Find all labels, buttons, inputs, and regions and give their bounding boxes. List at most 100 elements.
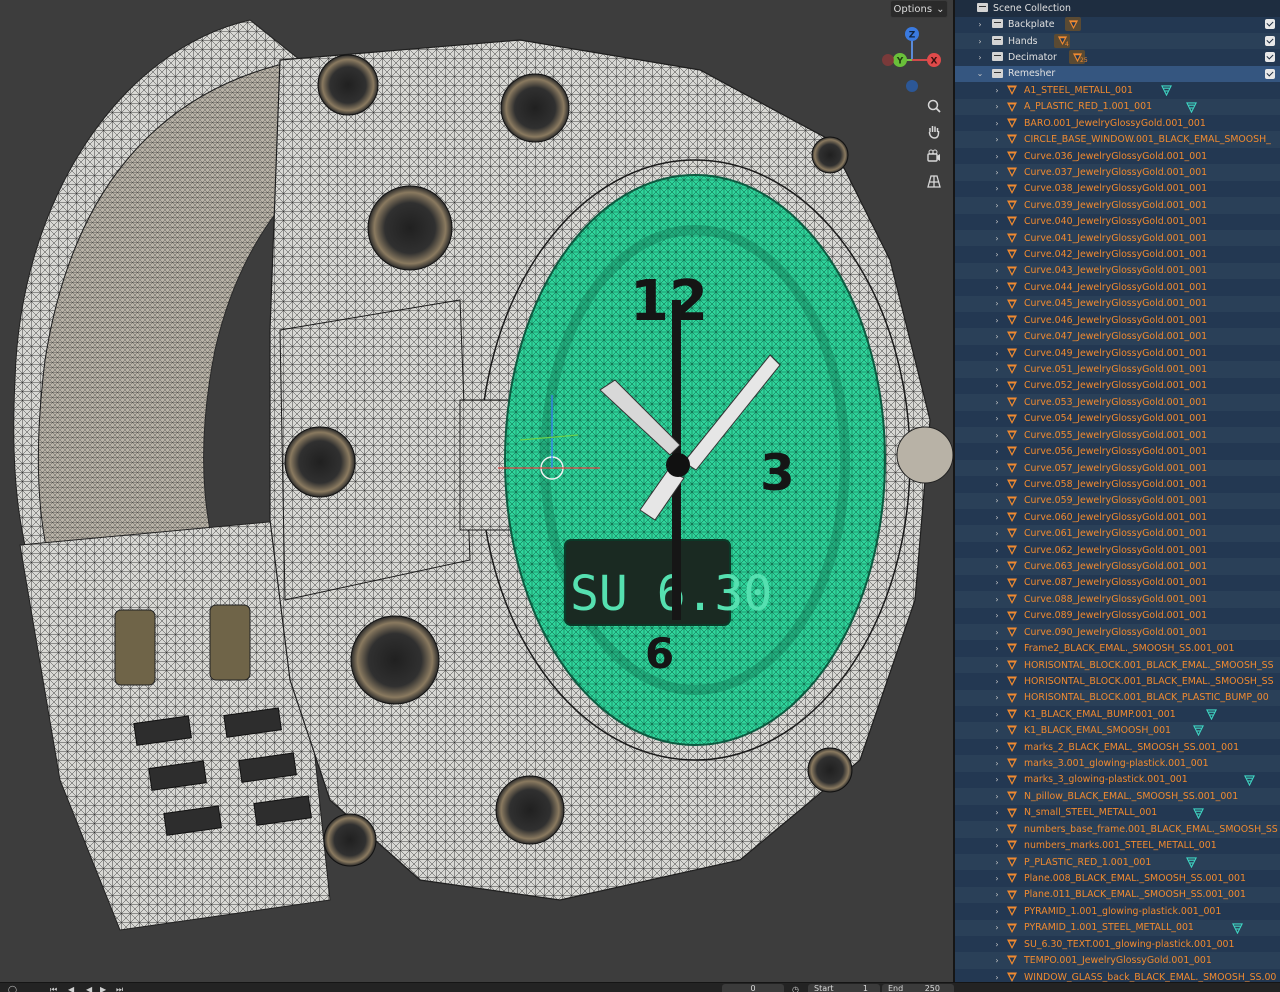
outliner-object-row[interactable]: › numbers_base_frame.001_BLACK_EMAL._SMOO… [955, 821, 1280, 838]
outliner-object-row[interactable]: › WINDOW_GLASS_back_BLACK_EMAL._SMOOSH_SS… [955, 969, 1280, 982]
collection-visible-checkbox[interactable] [1265, 52, 1275, 63]
expand-arrow-icon[interactable]: › [992, 431, 1002, 440]
outliner-collection-row[interactable]: ⌄ Remesher [955, 65, 1280, 83]
outliner-object-row[interactable]: › marks_3.001_glowing-plastick.001_001 [955, 755, 1280, 772]
outliner-object-row[interactable]: › Curve.046_JewelryGlossyGold.001_001 [955, 312, 1280, 329]
expand-arrow-icon[interactable]: › [992, 266, 1002, 275]
pan-hand-icon[interactable] [922, 119, 946, 143]
expand-arrow-icon[interactable]: › [992, 792, 1002, 801]
end-frame-field[interactable]: End 250 [882, 984, 954, 992]
start-frame-field[interactable]: Start 1 [808, 984, 880, 992]
expand-arrow-icon[interactable]: › [992, 381, 1002, 390]
outliner-object-row[interactable]: › SU_6.30_TEXT.001_glowing-plastick.001_0… [955, 936, 1280, 953]
outliner-object-row[interactable]: › Curve.043_JewelryGlossyGold.001_001 [955, 262, 1280, 280]
outliner-object-row[interactable]: › A_PLASTIC_RED_1.001_001 [955, 98, 1280, 116]
outliner-object-row[interactable]: › Curve.054_JewelryGlossyGold.001_001 [955, 411, 1280, 428]
camera-view-icon[interactable] [922, 144, 946, 168]
outliner-object-row[interactable]: › PYRAMID_1.001_STEEL_METALL_001 [955, 919, 1280, 937]
expand-arrow-icon[interactable]: › [992, 398, 1002, 407]
outliner-object-row[interactable]: › BARO.001_JewelryGlossyGold.001_001 [955, 115, 1280, 132]
step-back-icon[interactable]: ◀ [68, 985, 74, 992]
outliner-object-row[interactable]: › Curve.089_JewelryGlossyGold.001_001 [955, 608, 1280, 625]
outliner-object-row[interactable]: › Curve.088_JewelryGlossyGold.001_001 [955, 591, 1280, 608]
expand-arrow-icon[interactable]: › [975, 53, 985, 62]
jump-end-icon[interactable]: ⏭ [116, 985, 123, 992]
expand-arrow-icon[interactable]: › [992, 907, 1002, 916]
outliner-object-row[interactable]: › Curve.047_JewelryGlossyGold.001_001 [955, 328, 1280, 345]
outliner-object-row[interactable]: › Curve.063_JewelryGlossyGold.001_001 [955, 558, 1280, 575]
outliner-object-row[interactable]: › Curve.040_JewelryGlossyGold.001_001 [955, 213, 1280, 230]
expand-arrow-icon[interactable]: › [992, 365, 1002, 374]
expand-arrow-icon[interactable]: › [992, 447, 1002, 456]
expand-arrow-icon[interactable]: › [992, 135, 1002, 144]
outliner-collection-row[interactable]: › Backplate [955, 16, 1280, 33]
expand-arrow-icon[interactable]: › [992, 480, 1002, 489]
collection-visible-checkbox[interactable] [1265, 19, 1275, 30]
expand-arrow-icon[interactable]: › [992, 414, 1002, 423]
expand-arrow-icon[interactable]: › [992, 332, 1002, 341]
expand-arrow-icon[interactable]: › [992, 743, 1002, 752]
outliner-object-row[interactable]: › Curve.039_JewelryGlossyGold.001_001 [955, 197, 1280, 214]
outliner-object-row[interactable]: › numbers_marks.001_STEEL_METALL_001 [955, 837, 1280, 854]
modifier-wrench-icon[interactable] [1192, 807, 1204, 819]
outliner-object-row[interactable]: › Curve.051_JewelryGlossyGold.001_001 [955, 361, 1280, 378]
expand-arrow-icon[interactable]: › [992, 693, 1002, 702]
collection-visible-checkbox[interactable] [1265, 35, 1275, 46]
outliner-object-row[interactable]: › Curve.057_JewelryGlossyGold.001_001 [955, 459, 1280, 477]
outliner-collection-row[interactable]: › Hands 4 [955, 32, 1280, 50]
outliner-collection-row[interactable]: › Decimator 25 [955, 49, 1280, 66]
expand-arrow-icon[interactable]: › [992, 923, 1002, 932]
modifier-wrench-icon[interactable] [1186, 101, 1198, 113]
perspective-grid-icon[interactable] [922, 169, 946, 193]
outliner-object-row[interactable]: › A1_STEEL_METALL_001 [955, 82, 1280, 99]
3d-viewport[interactable]: 12 3 6 SU 6.30 Options ⌄ Z Y X [0, 0, 953, 982]
outliner-object-row[interactable]: › Curve.042_JewelryGlossyGold.001_001 [955, 246, 1280, 263]
outliner-object-row[interactable]: › N_pillow_BLACK_EMAL._SMOOSH_SS.001_001 [955, 788, 1280, 805]
outliner-object-row[interactable]: › Curve.060_JewelryGlossyGold.001_001 [955, 509, 1280, 526]
record-icon[interactable]: ◯ [8, 985, 17, 992]
outliner-object-row[interactable]: › Curve.053_JewelryGlossyGold.001_001 [955, 394, 1280, 411]
outliner-object-row[interactable]: › HORISONTAL_BLOCK.001_BLACK_EMAL._SMOOSH… [955, 656, 1280, 674]
expand-arrow-icon[interactable]: › [992, 464, 1002, 473]
navigation-gizmo[interactable]: Z Y X [877, 25, 947, 100]
expand-arrow-icon[interactable]: › [992, 513, 1002, 522]
expand-arrow-icon[interactable]: › [992, 841, 1002, 850]
expand-arrow-icon[interactable]: › [992, 644, 1002, 653]
outliner-object-row[interactable]: › Curve.052_JewelryGlossyGold.001_001 [955, 378, 1280, 395]
expand-arrow-icon[interactable]: › [992, 217, 1002, 226]
outliner-object-row[interactable]: › Curve.058_JewelryGlossyGold.001_001 [955, 476, 1280, 493]
expand-arrow-icon[interactable]: › [992, 529, 1002, 538]
modifier-badge-icon[interactable]: 25 [1069, 50, 1088, 65]
clock-icon[interactable]: ◷ [792, 985, 799, 992]
outliner-object-row[interactable]: › Plane.011_BLACK_EMAL._SMOOSH_SS.001_001 [955, 886, 1280, 904]
jump-start-icon[interactable]: ⏮ [50, 985, 57, 992]
expand-arrow-icon[interactable]: › [992, 858, 1002, 867]
expand-arrow-icon[interactable]: › [992, 349, 1002, 358]
collapse-arrow-icon[interactable]: ⌄ [975, 69, 985, 78]
outliner-object-row[interactable]: › Curve.049_JewelryGlossyGold.001_001 [955, 345, 1280, 362]
expand-arrow-icon[interactable]: › [992, 677, 1002, 686]
modifier-badge-icon[interactable] [1065, 17, 1081, 32]
options-dropdown[interactable]: Options ⌄ [890, 0, 948, 18]
expand-arrow-icon[interactable]: › [992, 726, 1002, 735]
expand-arrow-icon[interactable]: › [992, 496, 1002, 505]
outliner-object-row[interactable]: › TEMPO.001_JewelryGlossyGold.001_001 [955, 952, 1280, 969]
expand-arrow-icon[interactable]: › [992, 102, 1002, 111]
outliner-object-row[interactable]: › Frame2_BLACK_EMAL._SMOOSH_SS.001_001 [955, 640, 1280, 657]
expand-arrow-icon[interactable]: › [992, 611, 1002, 620]
outliner-object-row[interactable]: › HORISONTAL_BLOCK.001_BLACK_EMAL._SMOOSH… [955, 673, 1280, 690]
modifier-wrench-icon[interactable] [1231, 922, 1243, 934]
expand-arrow-icon[interactable]: › [992, 874, 1002, 883]
expand-arrow-icon[interactable]: › [992, 808, 1002, 817]
outliner-object-row[interactable]: › marks_3_glowing-plastick.001_001 [955, 772, 1280, 789]
outliner-object-row[interactable]: › Curve.036_JewelryGlossyGold.001_001 [955, 148, 1280, 165]
outliner-object-row[interactable]: › Curve.038_JewelryGlossyGold.001_001 [955, 181, 1280, 198]
expand-arrow-icon[interactable]: › [992, 628, 1002, 637]
expand-arrow-icon[interactable]: › [992, 546, 1002, 555]
expand-arrow-icon[interactable]: › [992, 562, 1002, 571]
outliner-panel[interactable]: Scene Collection › Backplate › Hands 4 › Decima… [955, 0, 1280, 982]
expand-arrow-icon[interactable]: › [992, 86, 1002, 95]
expand-arrow-icon[interactable]: › [992, 578, 1002, 587]
outliner-object-row[interactable]: › Plane.008_BLACK_EMAL._SMOOSH_SS.001_001 [955, 870, 1280, 887]
expand-arrow-icon[interactable]: › [992, 973, 1002, 982]
